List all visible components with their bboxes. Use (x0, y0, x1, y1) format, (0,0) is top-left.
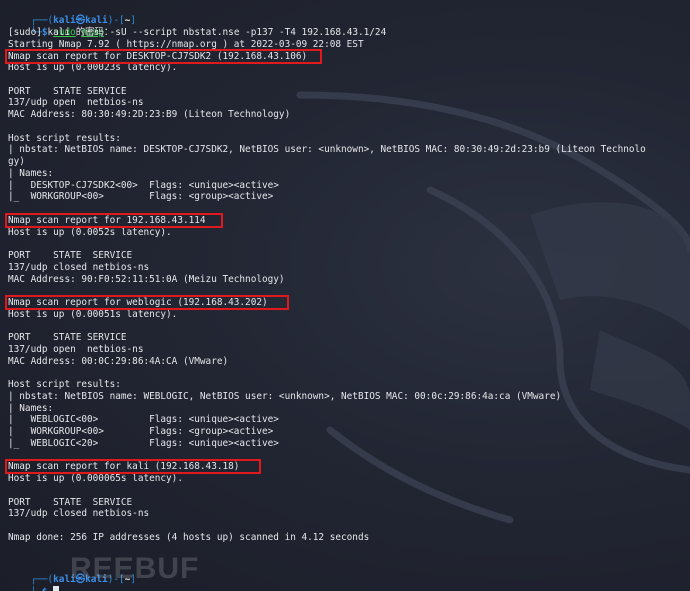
output-line: | nbstat: NetBIOS name: DESKTOP-CJ7SDK2,… (8, 144, 646, 156)
output-line: gy) (8, 156, 25, 168)
output-line: | DESKTOP-CJ7SDK2<00> Flags: <unique><ac… (8, 179, 279, 191)
output-line: | Names: (8, 167, 54, 179)
output-line: MAC Address: 80:30:49:2D:23:B9 (Liteon T… (8, 109, 291, 121)
output-line: |_ WEBLOGIC<20> Flags: <unique><active> (8, 437, 279, 449)
prompt-line-1: ┌──(kali㉿kali)-[~] (30, 14, 136, 26)
output-line: PORT STATE SERVICE (8, 85, 127, 97)
freebuf-watermark: REEBUF (70, 552, 200, 585)
output-line: 137/udp open netbios-ns (8, 97, 144, 109)
output-line: MAC Address: 00:0C:29:86:4A:CA (VMware) (8, 355, 229, 367)
output-line: 137/udp closed netbios-ns (8, 508, 150, 520)
text-cursor (53, 585, 60, 591)
output-line: 137/udp open netbios-ns (8, 344, 144, 355)
output-line: | WORKGROUP<00> Flags: <group><active> (8, 426, 274, 438)
output-line: Host is up (0.00023s latency). (8, 62, 178, 74)
highlight-box (5, 459, 261, 475)
output-line: PORT STATE SERVICE (8, 496, 133, 508)
output-line: | WEBLOGIC<00> Flags: <unique><active> (8, 414, 279, 426)
output-line: Host is up (0.000065s latency). (8, 473, 183, 485)
output-line: MAC Address: 90:F0:52:11:51:0A (Meizu Te… (8, 273, 285, 285)
output-line: Nmap done: 256 IP addresses (4 hosts up)… (8, 531, 370, 543)
output-line: | nbstat: NetBIOS name: WEBLOGIC, NetBIO… (8, 390, 562, 402)
highlight-box (5, 48, 322, 64)
output-line: Host script results: (8, 379, 121, 391)
output-line: |_ WORKGROUP<00> Flags: <group><active> (8, 191, 274, 203)
output-line: PORT STATE SERVICE (8, 250, 133, 262)
output-line: 137/udp closed netbios-ns (8, 261, 150, 273)
command-line: └─$ sudo nmap -sU --script nbstat.nse -p… (30, 26, 387, 38)
output-line: | Names: (8, 402, 54, 414)
highlight-box (5, 212, 223, 228)
output-line: Host script results: (8, 132, 121, 144)
output-line: PORT STATE SERVICE (8, 332, 127, 344)
input-line[interactable]: └─$ (8, 574, 60, 591)
command-args: -sU --script nbstat.nse -p137 -T4 192.16… (109, 26, 387, 38)
output-line: Host is up (0.00051s latency). (8, 308, 178, 320)
output-line: Host is up (0.0052s latency). (8, 226, 172, 238)
output-line: [sudo] kali 的密码： (8, 27, 114, 38)
terminal-window[interactable]: ▔▔▔ ▔▔▔▔ ▔▔ ▔▔▔ ┌──(kali㉿kali)-[~] └─$ s… (0, 0, 690, 591)
highlight-box (5, 295, 289, 310)
